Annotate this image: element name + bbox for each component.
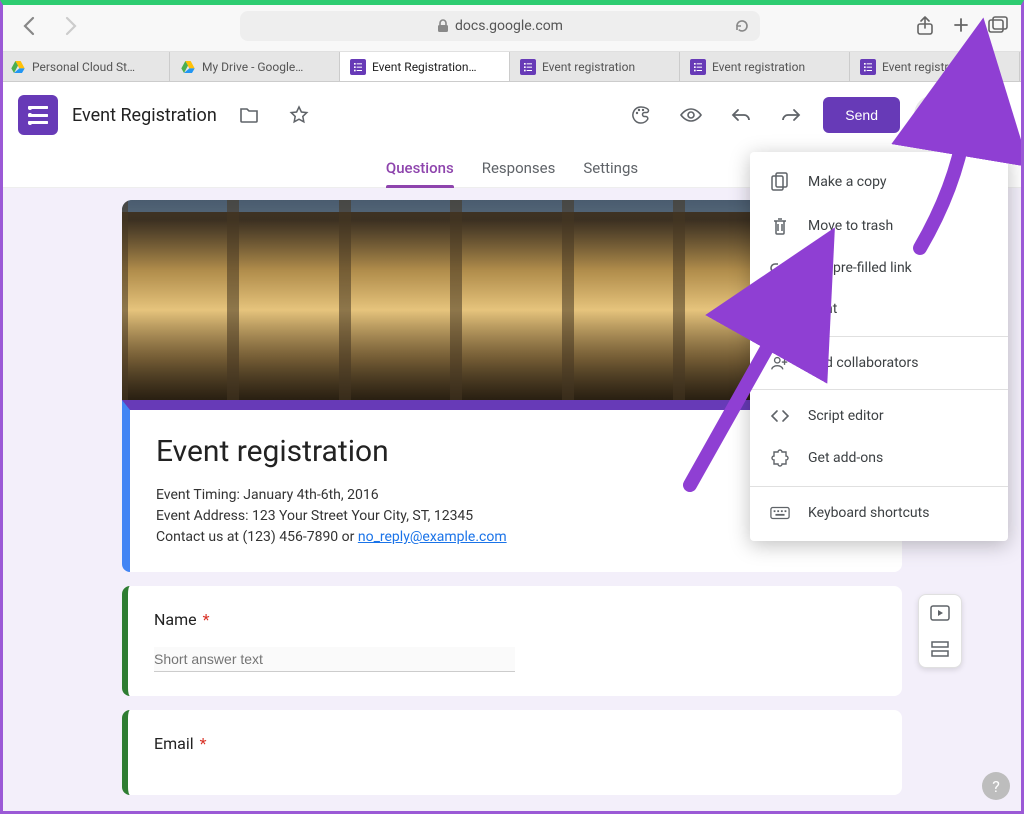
menu-label: Script editor	[808, 408, 884, 424]
tab-questions[interactable]: Questions	[386, 148, 454, 187]
address-host: docs.google.com	[455, 18, 563, 34]
browser-right-icons	[916, 16, 1008, 36]
tab-responses[interactable]: Responses	[482, 148, 556, 187]
account-avatar[interactable]	[972, 98, 1006, 132]
menu-add-collaborators[interactable]: Add collaborators	[750, 343, 1008, 383]
person-add-icon	[770, 355, 790, 371]
preview-button[interactable]	[673, 97, 709, 133]
address-bar[interactable]: docs.google.com	[240, 11, 760, 41]
browser-tab-1[interactable]: My Drive - Google…	[170, 52, 340, 81]
menu-get-addons[interactable]: Get add-ons	[750, 436, 1008, 480]
app-header: Event Registration Send	[0, 82, 1024, 148]
menu-print[interactable]: Print	[750, 288, 1008, 330]
nav-forward-button[interactable]	[58, 13, 84, 39]
menu-label: Make a copy	[808, 174, 887, 190]
tab-label: Personal Cloud St…	[32, 60, 135, 74]
question-card-name[interactable]: Name *	[122, 586, 902, 696]
browser-tab-0[interactable]: Personal Cloud St…	[0, 52, 170, 81]
tabs-overview-icon[interactable]	[988, 16, 1008, 36]
tab-settings[interactable]: Settings	[583, 148, 638, 187]
contact-email-link[interactable]: no_reply@example.com	[358, 529, 507, 545]
add-video-button[interactable]	[919, 595, 961, 631]
keyboard-icon	[770, 506, 790, 520]
copy-icon	[770, 172, 790, 192]
drive-favicon-icon	[180, 59, 196, 75]
menu-separator	[750, 336, 1008, 337]
required-mark: *	[200, 734, 207, 753]
lock-icon	[437, 19, 449, 33]
link-icon	[770, 262, 790, 274]
question-label[interactable]: Email *	[154, 734, 876, 753]
trash-icon	[770, 216, 790, 236]
menu-keyboard-shortcuts[interactable]: Keyboard shortcuts	[750, 493, 1008, 533]
document-title[interactable]: Event Registration	[72, 105, 217, 126]
nav-back-button[interactable]	[16, 13, 42, 39]
redo-button[interactable]	[773, 97, 809, 133]
forms-logo-icon[interactable]	[18, 95, 58, 135]
star-button[interactable]	[281, 97, 317, 133]
required-mark: *	[203, 610, 210, 629]
browser-toolbar: docs.google.com	[0, 0, 1024, 52]
tab-label: My Drive - Google…	[202, 60, 303, 74]
menu-prefilled-link[interactable]: Get pre-filled link	[750, 248, 1008, 288]
menu-label: Keyboard shortcuts	[808, 505, 929, 521]
puzzle-icon	[770, 448, 790, 468]
question-card-email[interactable]: Email *	[122, 710, 902, 795]
menu-separator	[750, 389, 1008, 390]
browser-tab-5[interactable]: Event registration	[850, 52, 1020, 81]
tab-label: Event registration	[712, 60, 805, 74]
reload-icon[interactable]	[734, 18, 750, 34]
add-section-button[interactable]	[919, 631, 961, 667]
menu-move-trash[interactable]: Move to trash	[750, 204, 1008, 248]
forms-favicon-icon	[690, 59, 706, 75]
undo-button[interactable]	[723, 97, 759, 133]
menu-label: Move to trash	[808, 218, 893, 234]
theme-button[interactable]	[623, 97, 659, 133]
menu-label: Get pre-filled link	[808, 260, 912, 276]
browser-tab-2[interactable]: Event Registration…	[340, 52, 510, 81]
menu-separator	[750, 486, 1008, 487]
tab-label: Event registration	[542, 60, 635, 74]
tab-strip: Personal Cloud St… My Drive - Google… Ev…	[0, 52, 1024, 82]
forms-favicon-icon	[860, 59, 876, 75]
help-button[interactable]: ?	[982, 772, 1010, 800]
move-to-folder-button[interactable]	[231, 97, 267, 133]
name-input[interactable]	[154, 647, 515, 672]
floating-toolbar	[918, 594, 962, 668]
tab-label: Event Registration…	[372, 60, 477, 74]
menu-label: Print	[808, 301, 837, 317]
share-icon[interactable]	[916, 16, 934, 36]
address-bar-wrap: docs.google.com	[100, 11, 900, 41]
more-options-button[interactable]	[914, 95, 954, 135]
question-label[interactable]: Name *	[154, 610, 876, 629]
print-icon	[770, 300, 790, 318]
menu-script-editor[interactable]: Script editor	[750, 396, 1008, 436]
send-button[interactable]: Send	[823, 97, 900, 133]
menu-label: Get add-ons	[808, 450, 883, 466]
code-icon	[770, 409, 790, 423]
forms-favicon-icon	[350, 59, 366, 75]
more-options-menu: Make a copy Move to trash Get pre-filled…	[750, 152, 1008, 541]
drive-favicon-icon	[10, 59, 26, 75]
menu-label: Add collaborators	[808, 355, 918, 371]
browser-tab-4[interactable]: Event registration	[680, 52, 850, 81]
browser-tab-3[interactable]: Event registration	[510, 52, 680, 81]
new-tab-icon[interactable]	[952, 16, 970, 36]
forms-favicon-icon	[520, 59, 536, 75]
tab-label: Event registration	[882, 60, 975, 74]
menu-make-copy[interactable]: Make a copy	[750, 160, 1008, 204]
